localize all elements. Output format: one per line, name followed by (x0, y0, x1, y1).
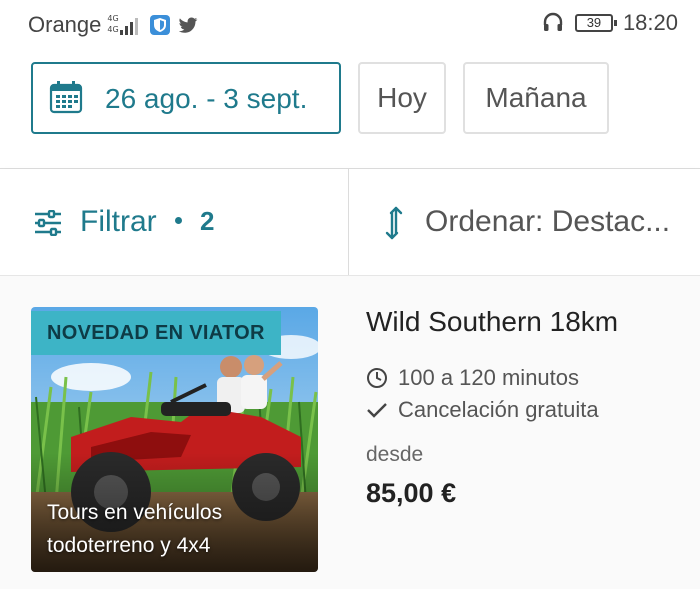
tomorrow-button[interactable]: Mañana (463, 62, 609, 134)
cancellation-row: Cancelación gratuita (366, 394, 599, 426)
filter-sort-bar: Filtrar 2 Ordenar: Destac... (0, 169, 700, 276)
status-bar: Orange 4G 4G 39 18:20 (0, 0, 700, 48)
price-value: 85,00 € (366, 478, 457, 508)
headset-icon (543, 12, 563, 31)
shield-icon (150, 15, 171, 35)
filter-button[interactable]: Filtrar 2 (0, 169, 348, 275)
results-list: NOVEDAD EN VIATOR Tours en vehículos tod… (0, 276, 700, 589)
duration-text: 100 a 120 minutos (398, 365, 580, 390)
sort-label: Ordenar: Destac... (425, 205, 671, 238)
new-badge: NOVEDAD EN VIATOR (31, 311, 281, 355)
filter-count-badge: 2 (200, 206, 215, 236)
tour-image[interactable]: NOVEDAD EN VIATOR Tours en vehículos tod… (31, 307, 318, 572)
tour-meta: 100 a 120 minutos Cancelación gratuita (366, 362, 599, 426)
date-range-button[interactable]: 26 ago. - 3 sept. (31, 62, 341, 134)
clock-icon (367, 368, 387, 388)
result-card[interactable]: NOVEDAD EN VIATOR Tours en vehículos tod… (0, 276, 700, 589)
image-caption: Tours en vehículos todoterreno y 4x4 (47, 501, 223, 557)
clock-time: 18:20 (622, 10, 678, 35)
sliders-icon (35, 210, 61, 236)
sort-button[interactable]: Ordenar: Destac... (349, 169, 700, 275)
duration-row: 100 a 120 minutos (366, 362, 599, 394)
filter-label: Filtrar (80, 205, 157, 238)
sort-arrows-icon (385, 206, 403, 240)
status-right: 39 18:20 (541, 10, 678, 36)
carrier-name: Orange (28, 12, 102, 37)
date-range-label: 26 ago. - 3 sept. (105, 83, 308, 114)
status-left: Orange 4G 4G (28, 12, 199, 38)
today-button[interactable]: Hoy (358, 62, 446, 134)
network-type-bottom: 4G (107, 25, 119, 34)
calendar-icon (49, 81, 83, 114)
battery-icon: 39 (574, 14, 617, 32)
date-selector-row: 26 ago. - 3 sept. Hoy Mañana (0, 48, 700, 169)
network-type-top: 4G (107, 14, 119, 23)
twitter-bird-icon (179, 17, 198, 33)
separator-dot (175, 217, 182, 224)
signal-bars (120, 18, 139, 35)
price-prefix: desde (366, 443, 424, 466)
cancellation-text: Cancelación gratuita (398, 397, 599, 422)
tour-title[interactable]: Wild Southern 18km (366, 306, 618, 338)
signal-icon: 4G 4G (107, 14, 143, 36)
checkmark-icon (367, 403, 387, 418)
